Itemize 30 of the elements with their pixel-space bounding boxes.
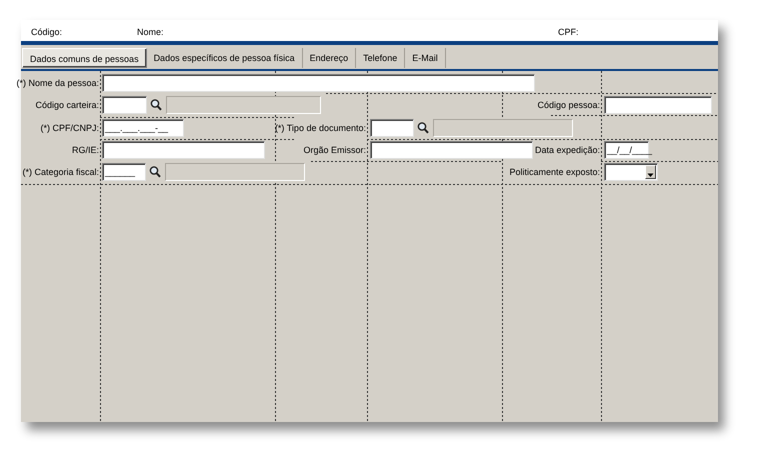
dropdown-field[interactable] <box>604 163 658 181</box>
search-icon[interactable] <box>149 165 161 179</box>
field-label: Orgão Emissor: <box>303 144 366 157</box>
input-field[interactable] <box>370 119 414 137</box>
input-field[interactable] <box>102 74 535 92</box>
field-label: CPF: <box>558 26 579 39</box>
field-label: Código: <box>31 26 62 39</box>
field-label: (*) Categoria fiscal: <box>22 166 99 179</box>
input-field[interactable] <box>102 141 265 159</box>
input-field[interactable]: ______ <box>102 163 146 181</box>
field-label: Código carteira: <box>35 99 99 112</box>
tab[interactable]: Endereço <box>302 48 356 68</box>
field-label: (*) Tipo de documento: <box>274 122 366 135</box>
search-icon[interactable] <box>417 121 429 135</box>
field-label: Nome: <box>137 26 164 39</box>
field-label: RG/IE: <box>72 144 99 157</box>
field-label: Politicamente exposto: <box>509 166 600 179</box>
input-field[interactable]: ___.___.___-__ <box>102 119 184 137</box>
input-field[interactable] <box>604 96 712 114</box>
field-label: Data expedição: <box>534 144 600 157</box>
input-field[interactable] <box>102 96 147 114</box>
tab[interactable]: Telefone <box>356 48 406 68</box>
search-icon[interactable] <box>150 98 162 112</box>
input-field[interactable] <box>370 141 533 159</box>
tab[interactable]: Dados específicos de pessoa física <box>146 48 303 68</box>
tab[interactable]: Dados comuns de pessoas <box>22 48 147 68</box>
field-label: (*) CPF/CNPJ: <box>40 122 99 135</box>
field-label: Código pessoa: <box>537 99 600 112</box>
tab[interactable]: E-Mail <box>405 48 446 68</box>
field-label: (*) Nome da pessoa: <box>16 77 99 90</box>
